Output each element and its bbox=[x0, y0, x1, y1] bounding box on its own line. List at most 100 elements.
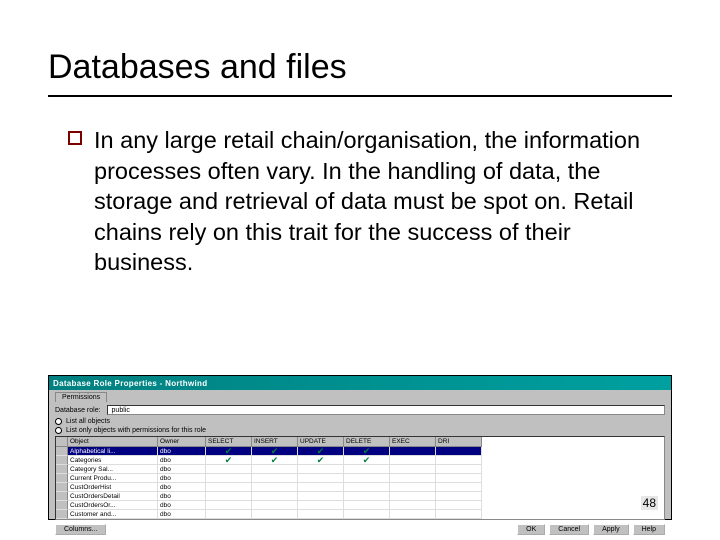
cell-delete bbox=[344, 465, 390, 474]
apply-button: Apply bbox=[593, 524, 629, 535]
cell-owner: dbo bbox=[158, 483, 206, 492]
cell-delete bbox=[344, 501, 390, 510]
row-handle bbox=[56, 474, 68, 483]
cell-select bbox=[206, 474, 252, 483]
cell-object: CustOrderHist bbox=[68, 483, 158, 492]
row-handle bbox=[56, 456, 68, 465]
table-row: Current Produ...dbo bbox=[56, 474, 664, 483]
col-object: Object bbox=[68, 437, 158, 447]
cell-select bbox=[206, 483, 252, 492]
cell-update bbox=[298, 510, 344, 519]
table-row: Categoriesdbo✔✔✔✔ bbox=[56, 456, 664, 465]
radio-label-1: List all objects bbox=[66, 418, 110, 425]
cell-select bbox=[206, 501, 252, 510]
row-handle bbox=[56, 447, 68, 456]
cell-object: Category Sal... bbox=[68, 465, 158, 474]
cell-insert bbox=[252, 492, 298, 501]
table-row: Customer and...dbo bbox=[56, 510, 664, 519]
row-handle bbox=[56, 510, 68, 519]
cell-owner: dbo bbox=[158, 492, 206, 501]
cell-dri bbox=[436, 474, 482, 483]
cell-owner: dbo bbox=[158, 501, 206, 510]
cell-dri bbox=[436, 492, 482, 501]
cell-insert bbox=[252, 510, 298, 519]
bullet-square-icon bbox=[68, 131, 82, 145]
bullet-item: In any large retail chain/organisation, … bbox=[48, 125, 672, 278]
row-handle bbox=[56, 483, 68, 492]
check-icon: ✔ bbox=[317, 456, 325, 465]
table-row: CustOrdersDetaildbo bbox=[56, 492, 664, 501]
cell-object: Customer and... bbox=[68, 510, 158, 519]
tab-permissions: Permissions bbox=[55, 392, 107, 402]
cell-insert: ✔ bbox=[252, 456, 298, 465]
help-button: Help bbox=[633, 524, 665, 535]
cell-object: CustOrdersOr... bbox=[68, 501, 158, 510]
col-dri: DRI bbox=[436, 437, 482, 447]
check-icon: ✔ bbox=[363, 456, 371, 465]
cell-delete: ✔ bbox=[344, 456, 390, 465]
cell-dri bbox=[436, 465, 482, 474]
cell-insert bbox=[252, 483, 298, 492]
cell-select bbox=[206, 465, 252, 474]
row-handle bbox=[56, 465, 68, 474]
cell-update bbox=[298, 483, 344, 492]
radio-icon bbox=[55, 418, 62, 425]
slide-body: Databases and files In any large retail … bbox=[0, 0, 720, 278]
cell-dri bbox=[436, 501, 482, 510]
dialog-button-row: Columns... OK Cancel Apply Help bbox=[55, 524, 665, 535]
cell-exec bbox=[390, 474, 436, 483]
cell-exec bbox=[390, 465, 436, 474]
radio-icon bbox=[55, 427, 62, 434]
check-icon: ✔ bbox=[271, 456, 279, 465]
cell-insert bbox=[252, 465, 298, 474]
cell-owner: dbo bbox=[158, 474, 206, 483]
table-row: Category Sal...dbo bbox=[56, 465, 664, 474]
dialog-title: Database Role Properties - Northwind bbox=[53, 379, 207, 388]
cell-object: CustOrdersDetail bbox=[68, 492, 158, 501]
cell-dri bbox=[436, 456, 482, 465]
bullet-text: In any large retail chain/organisation, … bbox=[94, 125, 672, 278]
radio-row-1: List all objects bbox=[55, 418, 665, 425]
role-label: Database role: bbox=[55, 407, 101, 414]
cell-exec bbox=[390, 483, 436, 492]
cell-update bbox=[298, 465, 344, 474]
page-number: 48 bbox=[641, 496, 658, 510]
table-row: CustOrdersOr...dbo bbox=[56, 501, 664, 510]
row-handle bbox=[56, 492, 68, 501]
cell-exec bbox=[390, 510, 436, 519]
row-handle bbox=[56, 501, 68, 510]
cell-exec bbox=[390, 501, 436, 510]
cell-owner: dbo bbox=[158, 447, 206, 456]
role-field-row: Database role: public bbox=[55, 405, 665, 415]
cell-select: ✔ bbox=[206, 456, 252, 465]
cell-owner: dbo bbox=[158, 465, 206, 474]
cell-object: Current Produ... bbox=[68, 474, 158, 483]
tab-row: Permissions bbox=[55, 392, 665, 402]
cell-insert bbox=[252, 501, 298, 510]
slide-title: Databases and files bbox=[48, 48, 672, 87]
cell-update bbox=[298, 501, 344, 510]
ok-button: OK bbox=[517, 524, 545, 535]
grid-header: Object Owner SELECT INSERT UPDATE DELETE… bbox=[56, 437, 664, 447]
role-value: public bbox=[107, 405, 665, 415]
cell-delete bbox=[344, 492, 390, 501]
cell-update bbox=[298, 492, 344, 501]
cell-select bbox=[206, 510, 252, 519]
radio-row-2: List only objects with permissions for t… bbox=[55, 427, 665, 434]
cell-select bbox=[206, 492, 252, 501]
cell-delete bbox=[344, 510, 390, 519]
dialog-titlebar: Database Role Properties - Northwind bbox=[49, 376, 671, 390]
cell-dri bbox=[436, 447, 482, 456]
table-row: Alphabetical li...dbo✔✔✔✔ bbox=[56, 447, 664, 456]
radio-label-2: List only objects with permissions for t… bbox=[66, 427, 206, 434]
table-row: CustOrderHistdbo bbox=[56, 483, 664, 492]
title-underline bbox=[48, 95, 672, 97]
cell-exec bbox=[390, 492, 436, 501]
cancel-button: Cancel bbox=[549, 524, 589, 535]
permissions-grid: Object Owner SELECT INSERT UPDATE DELETE… bbox=[55, 436, 665, 520]
cell-exec bbox=[390, 447, 436, 456]
cell-object: Categories bbox=[68, 456, 158, 465]
col-exec: EXEC bbox=[390, 437, 436, 447]
cell-owner: dbo bbox=[158, 510, 206, 519]
cell-owner: dbo bbox=[158, 456, 206, 465]
